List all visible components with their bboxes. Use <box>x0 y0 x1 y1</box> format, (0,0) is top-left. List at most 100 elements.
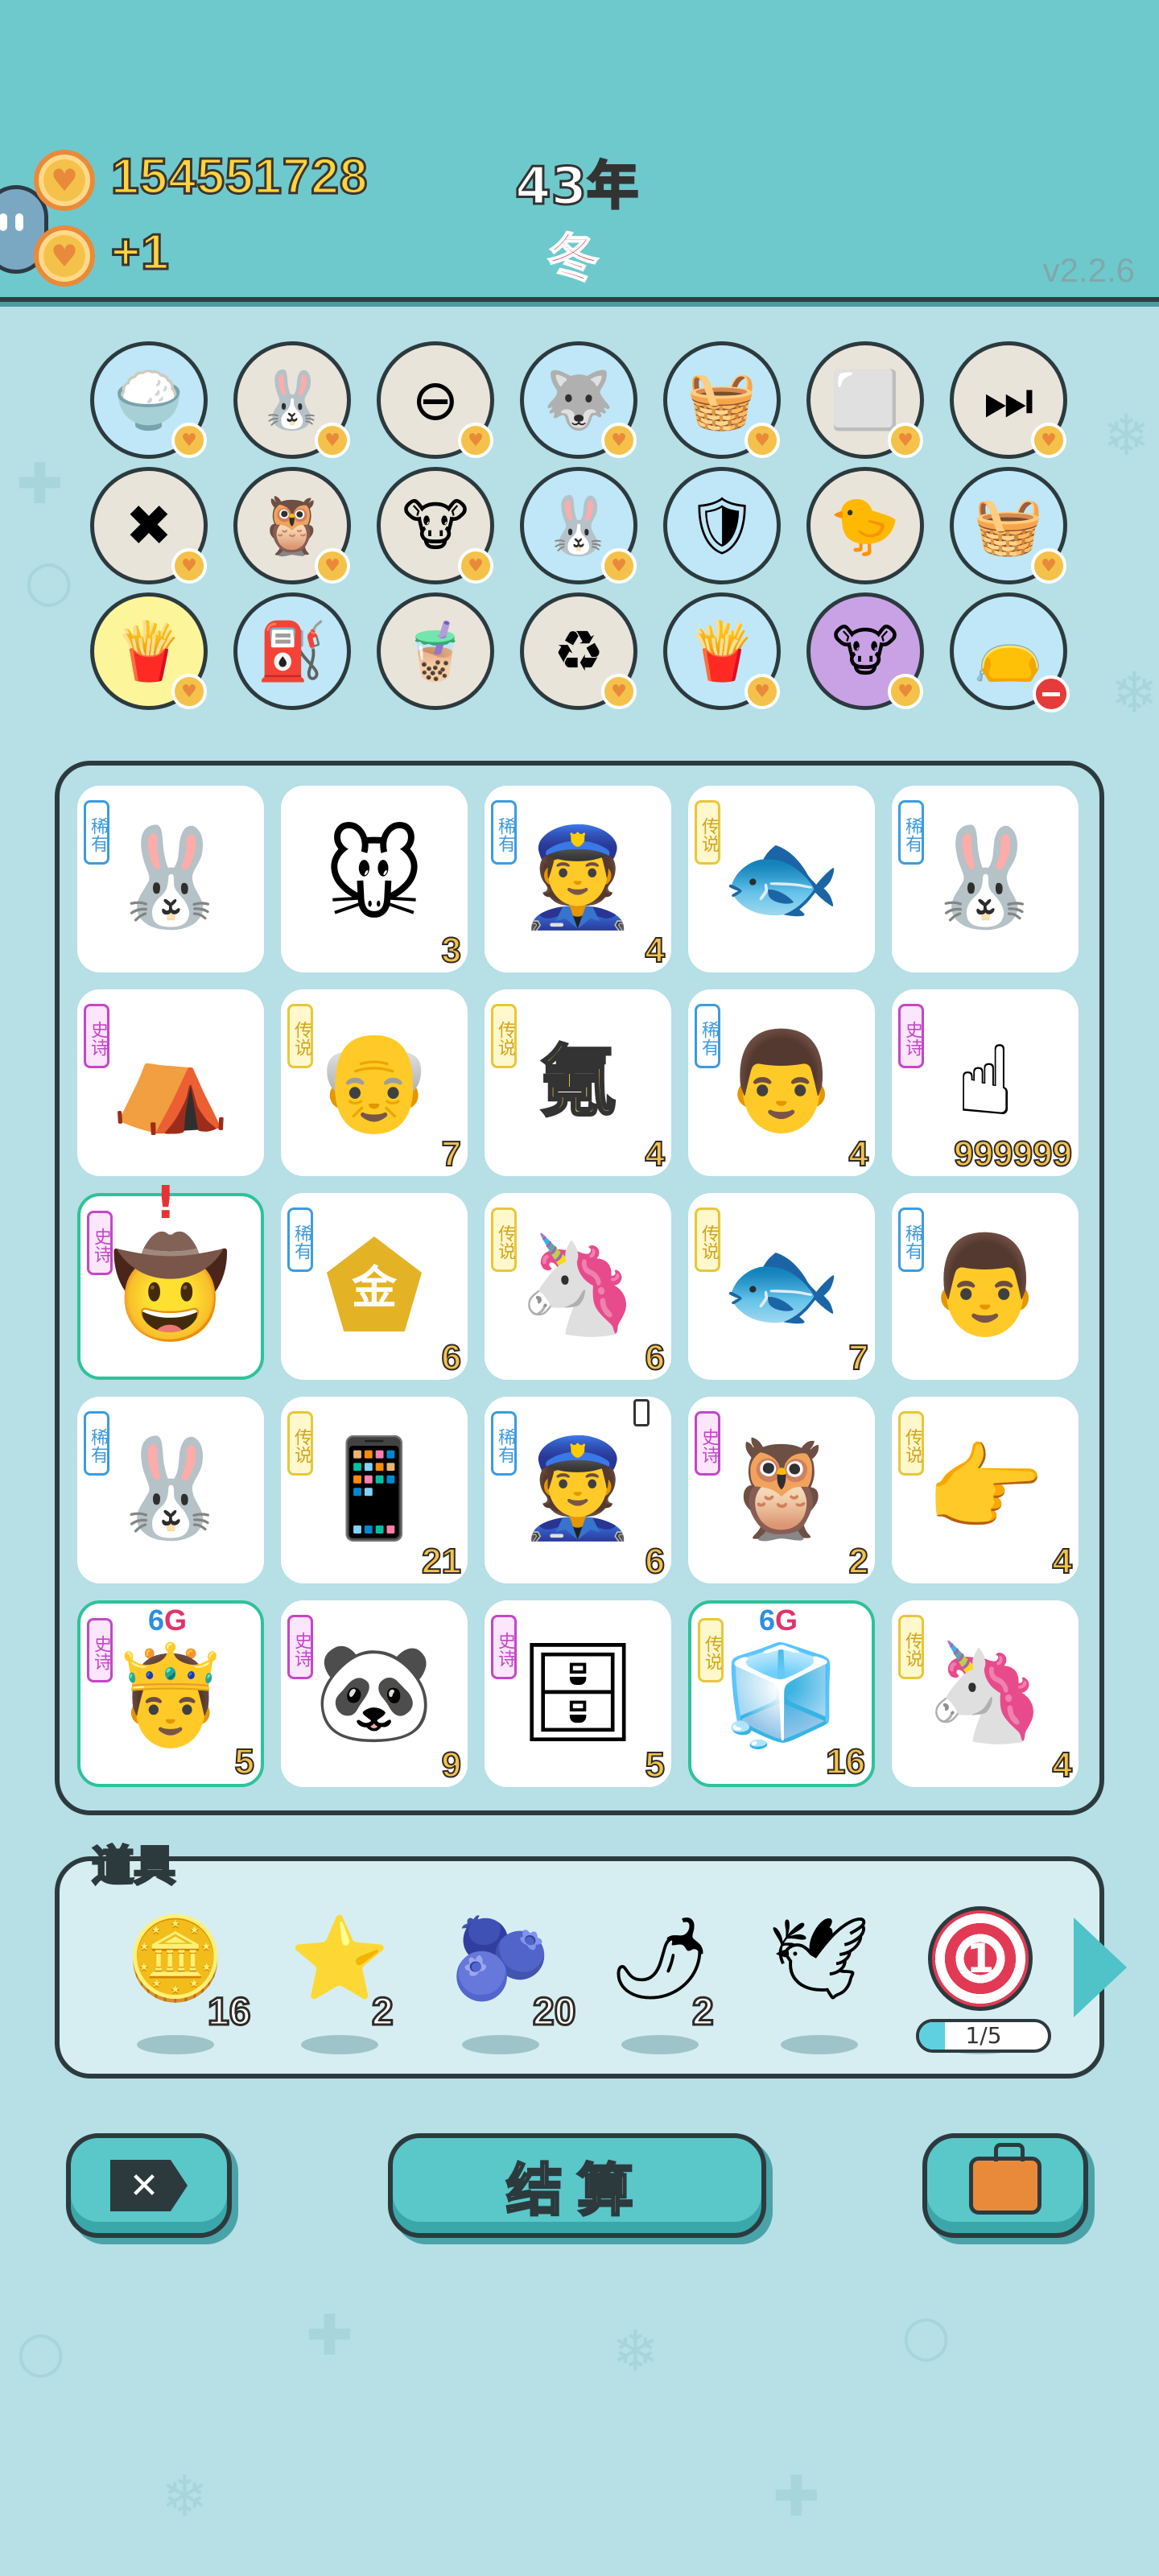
alert-mark: ! <box>155 1177 176 1229</box>
settle-button[interactable]: 结算 <box>388 2133 766 2238</box>
skill-skip-next[interactable]: ⏭ ♥ <box>950 341 1067 459</box>
fruit-basket-icon: 🧺 <box>973 492 1044 559</box>
skill-shield-wrench[interactable]: 🛡 <box>663 467 781 584</box>
briefcase-icon <box>969 2143 1041 2215</box>
rarity-tag: 史诗 <box>898 1004 924 1068</box>
heart-badge-icon: ♥ <box>458 548 493 584</box>
board-cell-gold-pentagon[interactable]: 金稀有 6 <box>281 1193 468 1380</box>
prop-target-1[interactable]: 1 <box>924 1898 1037 2019</box>
heart-badge-icon: ♥ <box>1031 423 1066 458</box>
next-page-arrow-icon[interactable] <box>1074 1918 1127 2017</box>
board-cell-panda[interactable]: 🐼 史诗 9 <box>281 1600 468 1787</box>
heart-badge-icon: ♥ <box>171 674 207 709</box>
board-cell-golden-hand[interactable]: 👉 传说 4 <box>892 1397 1079 1583</box>
board-cell-police-officer[interactable]: 👮 稀有 4 <box>485 786 671 972</box>
target-progress: 1/5 <box>916 2019 1051 2053</box>
rarity-tag: 稀有 <box>84 1411 109 1476</box>
skill-cow-pair[interactable]: 🐮 ♥ <box>806 592 924 710</box>
board-cell-krypton-text[interactable]: 氪传说 4 <box>485 989 671 1176</box>
prop-count: 2 <box>371 1990 395 2035</box>
skill-fruit-basket[interactable]: 🧺 ♥ <box>950 467 1067 584</box>
bubble-tea-icon: 🧋 <box>400 617 471 684</box>
delete-tag-icon: ✕ <box>110 2160 188 2211</box>
rarity-tag: 传说 <box>898 1615 924 1679</box>
board-cell-king-grandpa[interactable]: 🤴 史诗 5 6G <box>77 1600 264 1787</box>
board-cell-pointing-hand[interactable]: ☝ 史诗 999999 <box>892 989 1079 1176</box>
skill-husky-dog[interactable]: 🐺 ♥ <box>520 341 637 459</box>
skill-recycle[interactable]: ♻ ♥ <box>520 592 637 710</box>
ring-deco-icon: ○ <box>16 2318 66 2384</box>
cubes-icon: ⬜ <box>830 366 901 433</box>
rarity-tag: 史诗 <box>695 1411 720 1476</box>
skill-bubble-tea[interactable]: 🧋 <box>377 592 494 710</box>
heart-badge-icon: ♥ <box>1031 548 1066 584</box>
heart-badge-icon: ♥ <box>744 674 780 709</box>
board-cell-mouse[interactable]: 🐭 3 <box>281 786 468 972</box>
board-cell-grinning-old-man[interactable]: 👴 传说 7 <box>281 989 468 1176</box>
cell-count: 3 <box>440 930 462 971</box>
board-cell-bald-man[interactable]: 👨 稀有 4 <box>688 989 875 1176</box>
rarity-tag: 传说 <box>491 1004 517 1068</box>
delete-button[interactable]: ✕ <box>66 2133 232 2238</box>
heart-badge-icon: ♥ <box>888 423 923 458</box>
board-cell-gray-hair-bird[interactable]: 🦉 史诗 2 <box>688 1397 875 1583</box>
skill-owls[interactable]: 🦉 ♥ <box>233 467 351 584</box>
board-cell-rabbit-tent[interactable]: ⛺ 史诗 <box>77 989 264 1176</box>
rarity-tag: 稀有 <box>491 1411 517 1476</box>
skill-sack[interactable]: 👝 <box>950 592 1070 712</box>
remove-badge-icon[interactable] <box>1033 675 1070 712</box>
sack-icon: 👝 <box>973 617 1044 684</box>
board-cell-bald-man[interactable]: 👨 稀有 <box>892 1193 1079 1380</box>
skill-pump[interactable]: ⛽ <box>233 592 351 710</box>
six-g-badge: 6G <box>148 1604 188 1637</box>
cell-count: 2 <box>848 1541 869 1582</box>
gold-pentagon-shape: 金 <box>327 1236 422 1331</box>
plus-deco-icon: ✚ <box>773 2463 820 2529</box>
pump-icon: ⛽ <box>257 617 328 684</box>
board-cell-koi-fish[interactable]: 🐟 传说 <box>688 786 875 972</box>
delete-label: ✕ <box>129 2165 159 2207</box>
backpack-button[interactable] <box>922 2133 1088 2238</box>
skill-rabbit[interactable]: 🐰 ♥ <box>233 341 351 459</box>
board-cell-koi-fish[interactable]: 🐟 传说 7 <box>688 1193 875 1380</box>
husky-dog-icon: 🐺 <box>543 366 614 433</box>
skill-fries[interactable]: 🍟 ♥ <box>663 592 781 710</box>
skill-rabbit[interactable]: 🐰 ♥ <box>520 467 637 584</box>
rarity-tag: 传说 <box>695 800 720 865</box>
board-cell-smartphone[interactable]: 📱 传说 21 <box>281 1397 468 1583</box>
ring-deco-icon: ○ <box>24 547 74 613</box>
skill-delete-tag[interactable]: ✖ ♥ <box>90 467 208 584</box>
cell-count: 7 <box>848 1337 869 1378</box>
coin-total: 154551728 <box>109 148 369 206</box>
rarity-tag: 史诗 <box>87 1211 113 1275</box>
board-cell-rabbit[interactable]: 🐰 稀有 <box>77 786 264 972</box>
heart-badge-icon: ♥ <box>315 548 350 584</box>
board-cell-unicorn[interactable]: 🦄 传说 4 <box>892 1600 1079 1787</box>
plus-deco-icon: ✚ <box>16 451 64 517</box>
skill-chick-egg[interactable]: 🐤 <box>806 467 924 584</box>
board-cell-rabbit[interactable]: 🐰 稀有 <box>77 1397 264 1583</box>
rarity-tag: 稀有 <box>898 800 924 865</box>
cell-count: 6 <box>644 1541 666 1582</box>
board-cell-server-rack[interactable]: 🗄 史诗 5 <box>485 1600 671 1787</box>
board-cell-unicorn[interactable]: 🦄 传说 6 <box>485 1193 671 1380</box>
prop-pigeon[interactable]: 🕊 <box>763 1898 876 2019</box>
rarity-tag: 稀有 <box>491 800 517 865</box>
heart-badge-icon: ♥ <box>601 423 637 458</box>
skill-rice-bowl[interactable]: 🍚 ♥ <box>90 341 208 459</box>
prop-count: 16 <box>206 1990 251 2035</box>
rarity-tag: 史诗 <box>87 1618 113 1682</box>
rarity-tag: 稀有 <box>84 800 109 865</box>
fries-icon: 🍟 <box>687 617 757 684</box>
cell-count: 21 <box>421 1541 462 1582</box>
rabbit-icon: 🐰 <box>543 492 614 559</box>
skill-fries[interactable]: 🍟 ♥ <box>90 592 208 710</box>
skill-cubes[interactable]: ⬜ ♥ <box>806 341 924 459</box>
skill-fruit-basket[interactable]: 🧺 ♥ <box>663 341 781 459</box>
board-cell-fridge[interactable]: 🧊 传说 16 6G <box>688 1600 875 1787</box>
skill-cow-pair[interactable]: 🐮 ♥ <box>377 467 494 584</box>
skill-minus-circle[interactable]: ⊖ ♥ <box>377 341 494 459</box>
cell-count: 4 <box>1051 1744 1073 1785</box>
board-cell-rabbit[interactable]: 🐰 稀有 <box>892 786 1079 972</box>
rarity-tag: 史诗 <box>84 1004 109 1068</box>
